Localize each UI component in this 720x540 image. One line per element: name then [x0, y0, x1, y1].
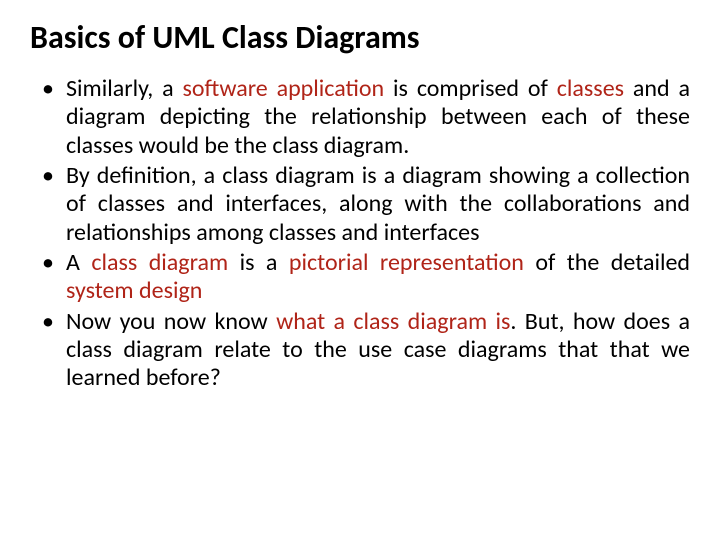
text: is comprised of	[384, 74, 557, 103]
highlight: software application	[183, 74, 385, 103]
text: is a	[228, 248, 289, 277]
bullet-item: By definition, a class diagram is a diag…	[66, 162, 690, 247]
bullet-list: Similarly, a software application is com…	[30, 75, 690, 392]
highlight: what a class diagram is	[276, 307, 510, 336]
text: Now you now know	[66, 307, 276, 336]
slide-title: Basics of UML Class Diagrams	[30, 18, 690, 57]
bullet-item: Similarly, a software application is com…	[66, 75, 690, 160]
slide: Basics of UML Class Diagrams Similarly, …	[0, 0, 720, 540]
bullet-item: Now you now know what a class diagram is…	[66, 308, 690, 393]
bullet-item: A class diagram is a pictorial represent…	[66, 249, 690, 306]
highlight: classes	[557, 74, 624, 103]
highlight: class diagram	[91, 248, 228, 277]
text: Similarly, a	[66, 74, 183, 103]
text: A	[66, 248, 91, 277]
text: By definition, a class diagram is a diag…	[66, 161, 690, 247]
highlight: pictorial representation	[289, 248, 524, 277]
highlight: system design	[66, 276, 202, 305]
text: of the detailed	[524, 248, 690, 277]
